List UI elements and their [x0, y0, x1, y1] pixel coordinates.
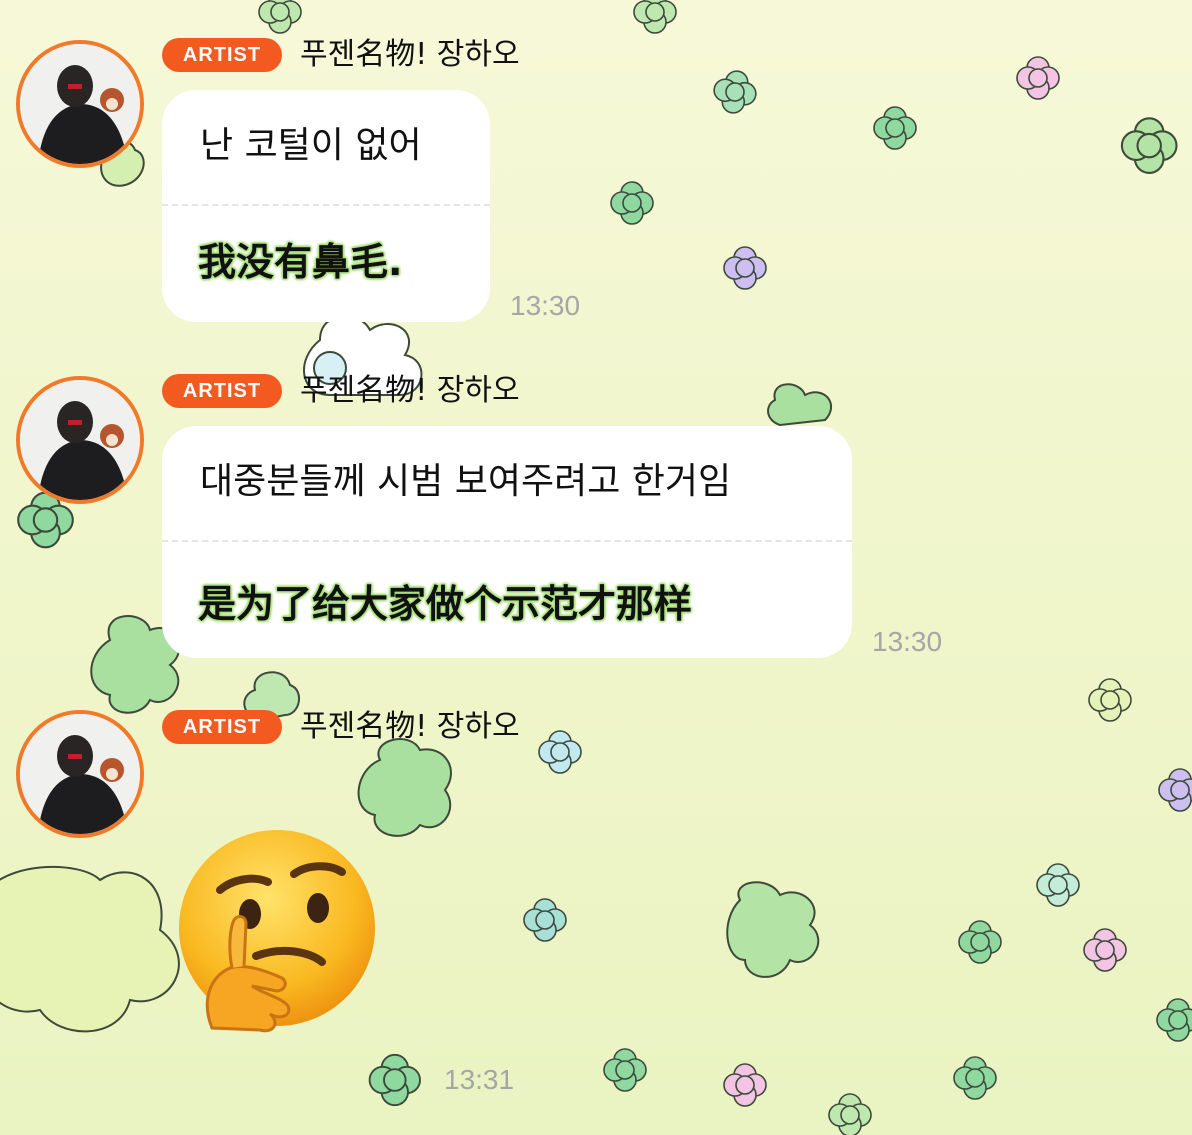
message-time: 13:31	[444, 1064, 515, 1095]
artist-avatar[interactable]	[16, 376, 144, 504]
sender-name: 푸젠名物! 장하오	[300, 37, 520, 72]
sender-name: 푸젠名物! 장하오	[300, 373, 520, 408]
artist-badge: ARTIST	[162, 710, 282, 744]
message-text-chinese: 我没有鼻毛.	[198, 240, 403, 284]
message-text-korean: 대중분들께 시범 보여주려고 한거임	[200, 461, 732, 502]
message-time: 13:30	[510, 290, 581, 321]
profile-photo-icon	[20, 44, 140, 164]
profile-photo-icon	[20, 380, 140, 500]
artist-avatar[interactable]	[16, 40, 144, 168]
thinking-face-icon[interactable]	[172, 828, 382, 1034]
artist-badge: ARTIST	[162, 38, 282, 72]
message-text-korean: 난 코털이 없어	[200, 125, 422, 166]
bubble-divider	[162, 540, 852, 542]
sender-name: 푸젠名物! 장하오	[300, 709, 520, 744]
message-bubble[interactable]: 난 코털이 없어 我没有鼻毛.	[162, 90, 490, 322]
message-text-chinese: 是为了给大家做个示范才那样	[198, 582, 693, 626]
artist-avatar[interactable]	[16, 710, 144, 838]
bubble-divider	[162, 204, 490, 206]
message-time: 13:30	[872, 626, 943, 657]
artist-badge: ARTIST	[162, 374, 282, 408]
profile-photo-icon	[20, 714, 140, 834]
message-bubble[interactable]: 대중분들께 시범 보여주려고 한거임 是为了给大家做个示范才那样	[162, 426, 852, 658]
